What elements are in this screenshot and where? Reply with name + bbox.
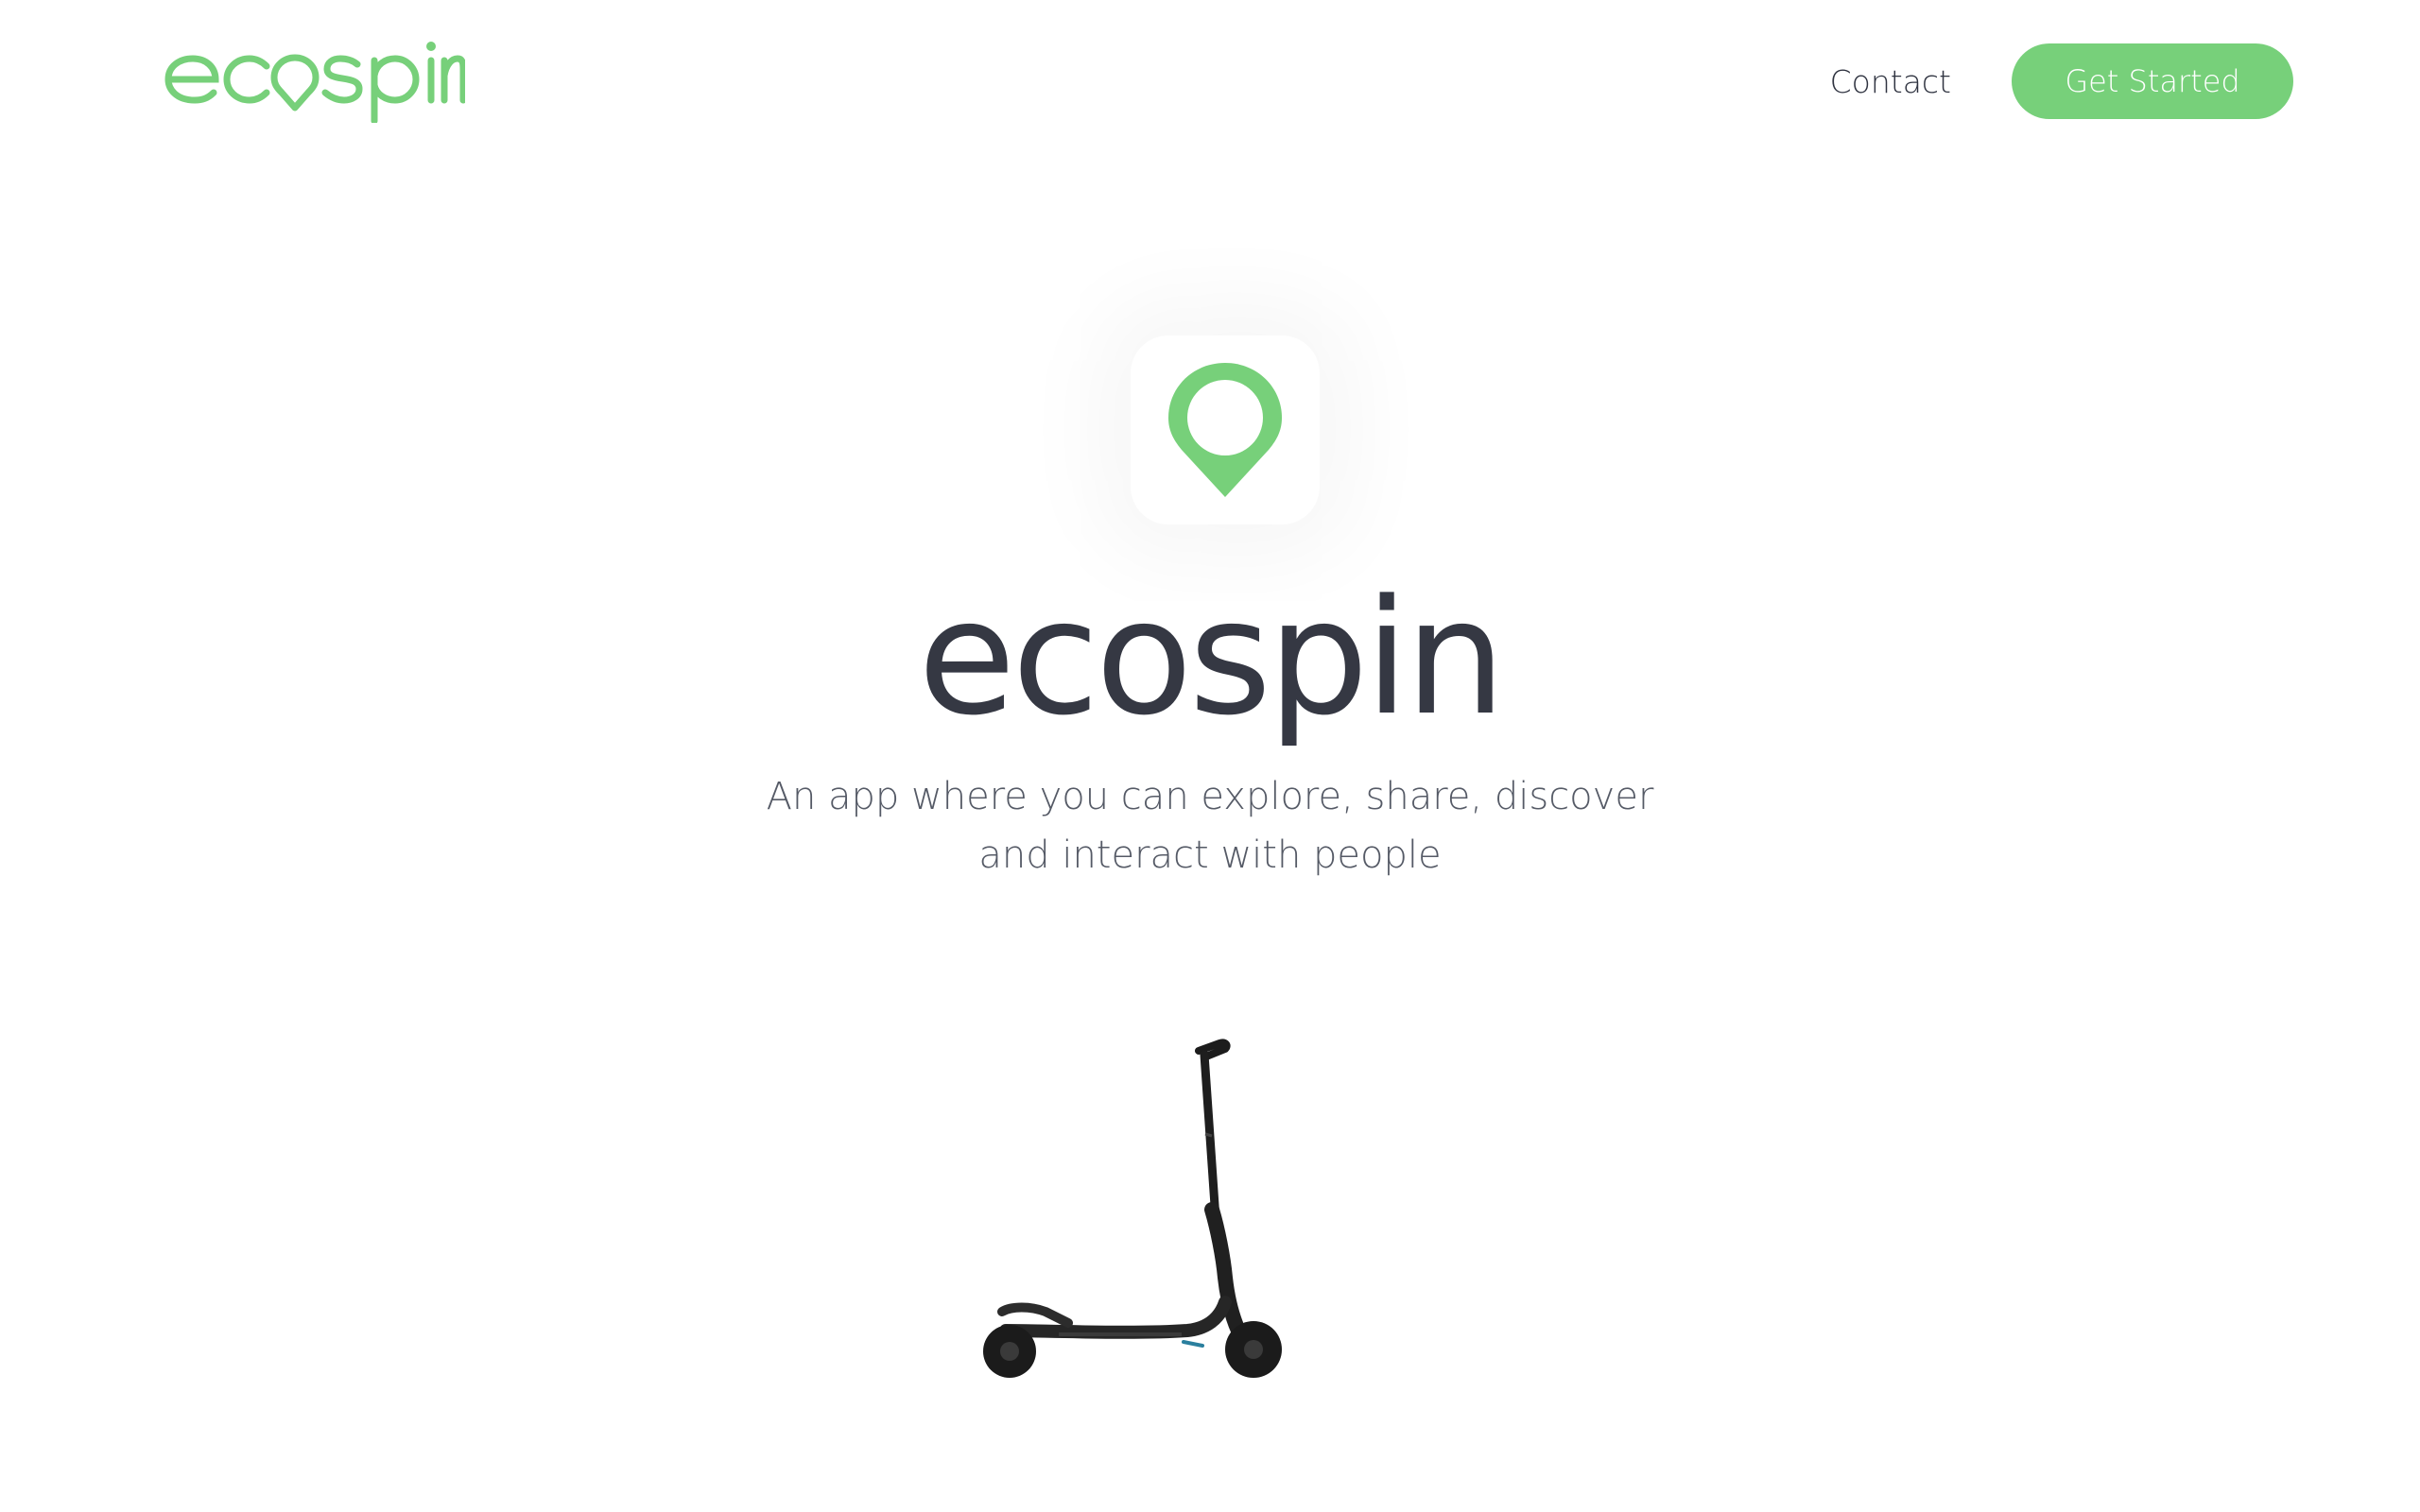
map-pin-icon — [1168, 363, 1282, 497]
app-icon — [1131, 335, 1320, 524]
main-nav: Contact Get Started — [1830, 43, 2293, 119]
brand-title: ecospin — [918, 565, 1506, 750]
get-started-button[interactable]: Get Started — [2012, 43, 2293, 119]
scooter-image — [983, 1039, 1282, 1378]
site-header: Contact Get Started — [0, 0, 2420, 161]
landing-page: Contact Get Started ecospin An app where… — [0, 0, 2420, 1512]
contact-link[interactable]: Contact — [1830, 63, 1951, 100]
hero-tagline: An app where you can explore, share, dis… — [766, 775, 1654, 877]
logo-wordmark — [164, 42, 465, 123]
site-logo[interactable] — [163, 38, 465, 123]
